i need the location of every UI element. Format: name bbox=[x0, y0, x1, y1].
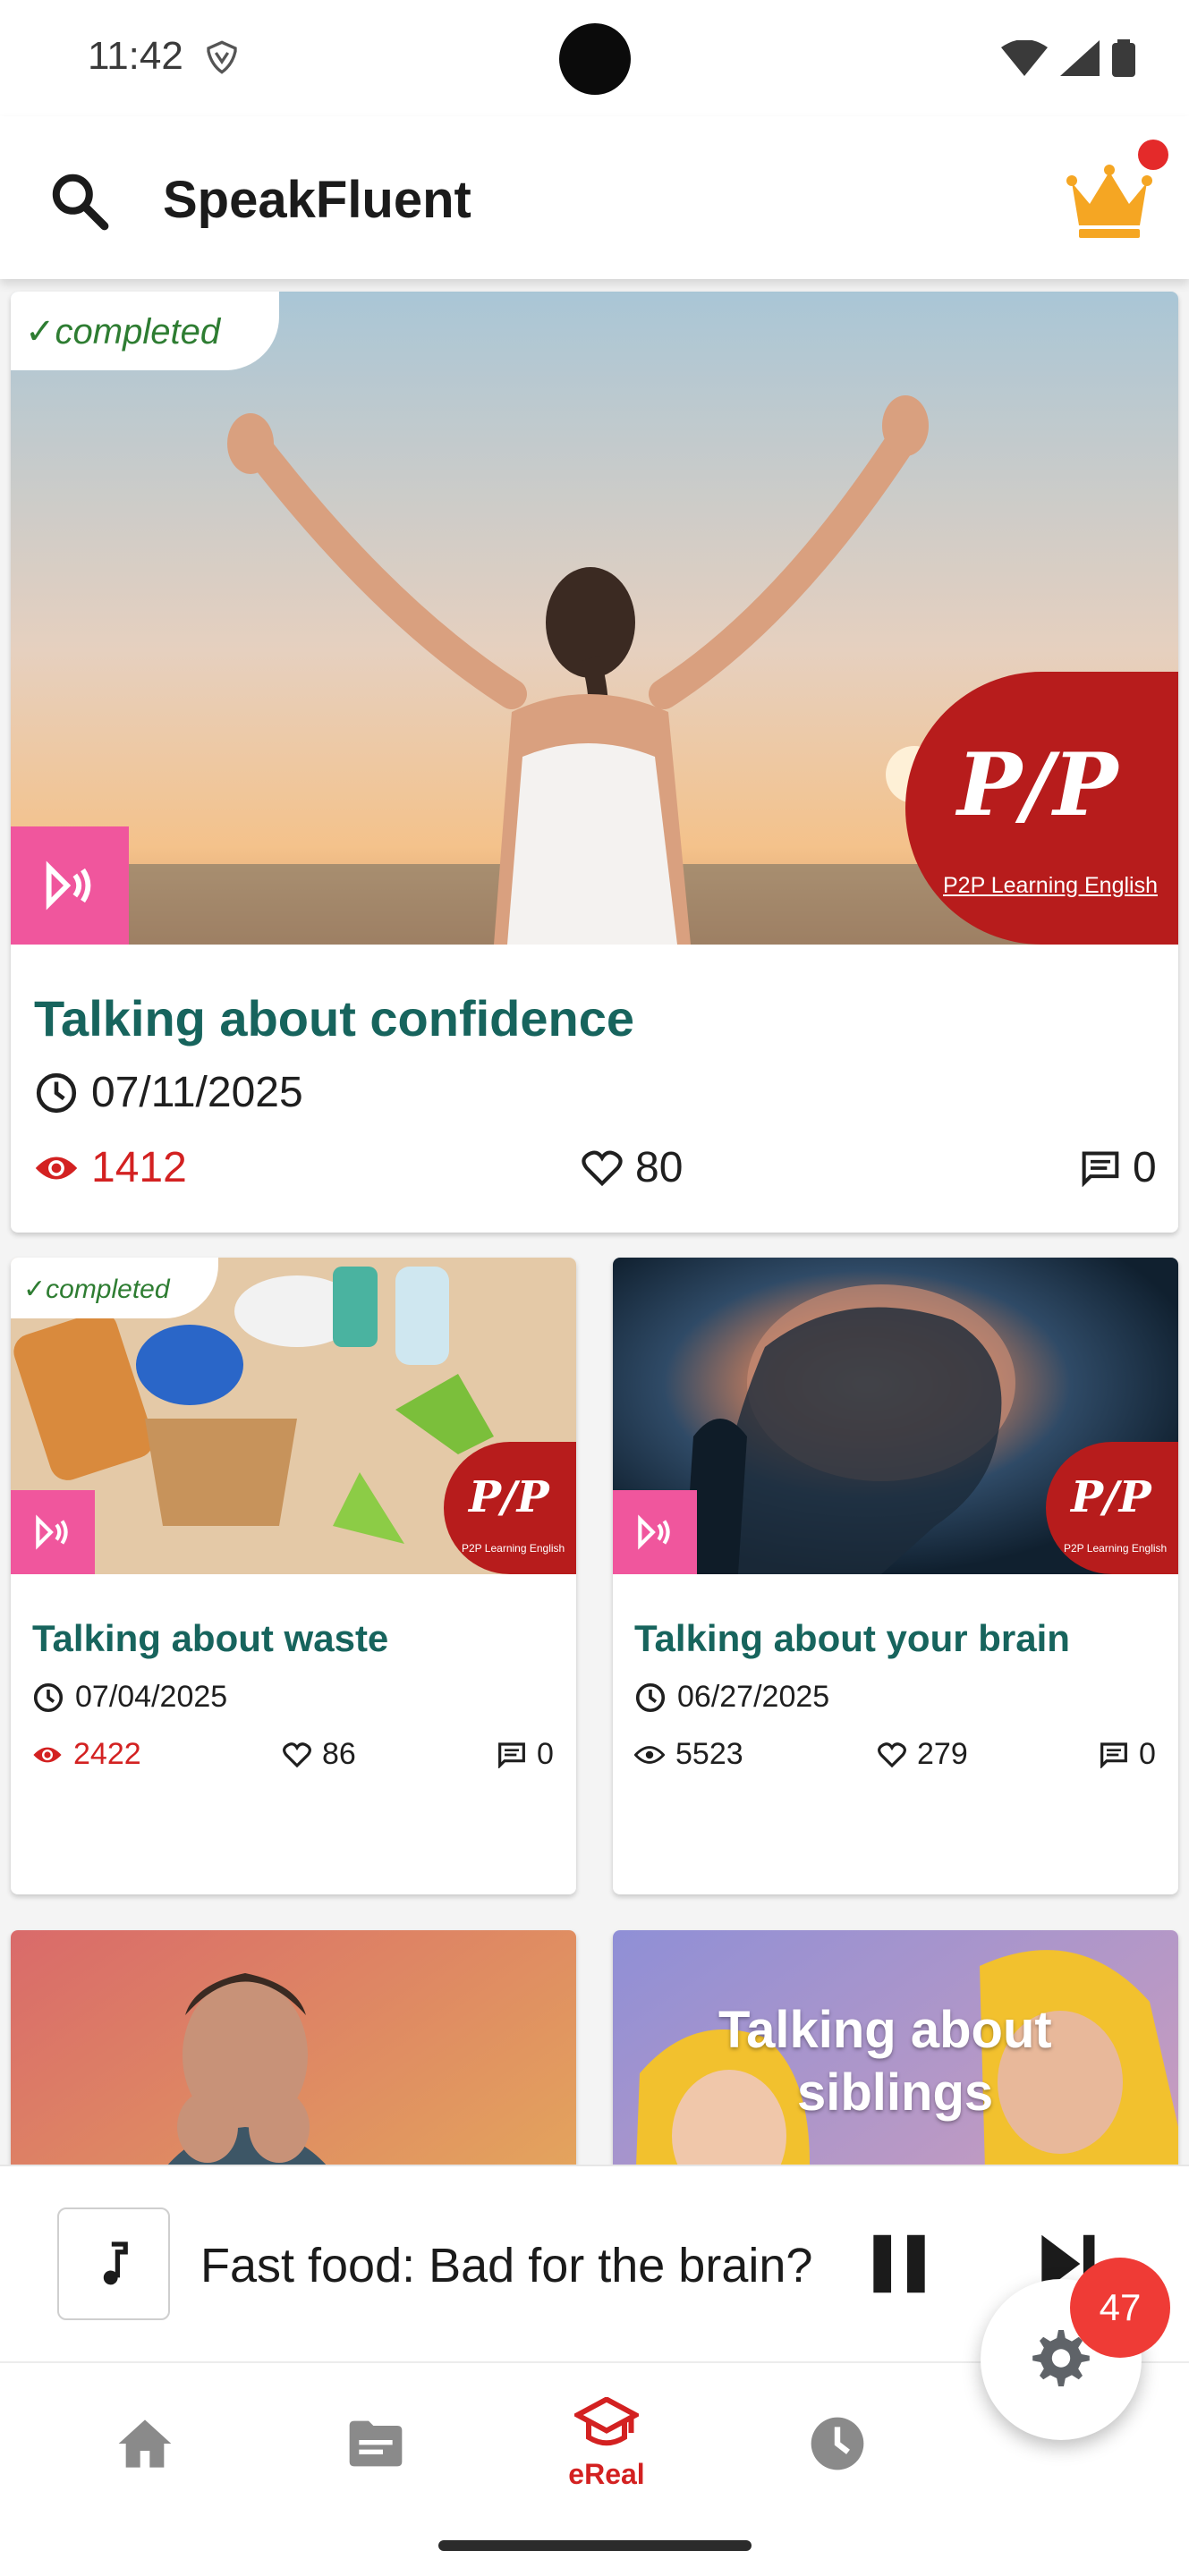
lesson-card-waste[interactable]: ✓completed P/P P2P Learning English Talk… bbox=[11, 1258, 576, 1894]
signal-icon bbox=[1060, 40, 1100, 76]
views-count: 2422 bbox=[32, 1737, 141, 1772]
thumbnail-photo-nervous-man bbox=[11, 1930, 576, 2166]
likes-count[interactable]: 86 bbox=[283, 1737, 356, 1772]
lesson-thumbnail: Talking about siblings bbox=[613, 1930, 1178, 2166]
status-time: 11:42 bbox=[88, 34, 183, 78]
views-value: 5523 bbox=[675, 1737, 743, 1771]
nav-home[interactable] bbox=[55, 2363, 234, 2524]
track-artwork[interactable] bbox=[57, 2207, 170, 2320]
nav-documents[interactable] bbox=[286, 2363, 465, 2524]
lesson-card-nervous[interactable] bbox=[11, 1930, 576, 2166]
lesson-title: Talking about waste bbox=[32, 1617, 389, 1659]
comments-count[interactable]: 0 bbox=[1081, 1143, 1157, 1192]
lesson-date: 07/11/2025 bbox=[34, 1068, 303, 1117]
audio-lesson-tag bbox=[11, 1490, 95, 1574]
comment-icon bbox=[1082, 1150, 1119, 1187]
app-title: SpeakFluent bbox=[163, 171, 471, 229]
comments-count[interactable]: 0 bbox=[1100, 1737, 1156, 1772]
p2p-logo: P/P P2P Learning English bbox=[905, 672, 1178, 945]
comments-value: 0 bbox=[537, 1737, 554, 1771]
battery-icon bbox=[1112, 39, 1135, 77]
audio-lesson-tag bbox=[613, 1490, 697, 1574]
comments-value: 0 bbox=[1133, 1144, 1157, 1191]
lesson-title: Talking about confidence bbox=[34, 990, 635, 1046]
p2p-logo: P/P P2P Learning English bbox=[1046, 1442, 1178, 1574]
lesson-date-text: 06/27/2025 bbox=[677, 1680, 830, 1714]
thumbnail-caption-line2: siblings bbox=[797, 2063, 994, 2122]
likes-count[interactable]: 279 bbox=[878, 1737, 968, 1772]
graduation-cap-icon bbox=[574, 2396, 639, 2445]
thumbnail-caption-line1: Talking about bbox=[718, 2001, 1052, 2059]
track-title[interactable]: Fast food: Bad for the brain? bbox=[200, 2238, 812, 2293]
audio-speaker-icon bbox=[46, 860, 91, 911]
audio-lesson-tag bbox=[11, 826, 129, 945]
lesson-title: Talking about your brain bbox=[634, 1617, 1070, 1659]
app-bar: SpeakFluent bbox=[0, 116, 1189, 279]
likes-count[interactable]: 80 bbox=[582, 1143, 683, 1192]
completed-badge: ✓completed bbox=[11, 292, 279, 370]
lesson-date-text: 07/11/2025 bbox=[91, 1069, 303, 1116]
status-icons bbox=[1001, 39, 1135, 77]
likes-value: 279 bbox=[917, 1737, 968, 1771]
lesson-card-siblings[interactable]: Talking about siblings bbox=[613, 1930, 1178, 2166]
eye-icon bbox=[634, 1745, 665, 1764]
notification-count-badge: 47 bbox=[1070, 2258, 1170, 2358]
likes-value: 80 bbox=[635, 1144, 684, 1191]
audio-speaker-icon bbox=[638, 1514, 670, 1550]
lesson-date-text: 07/04/2025 bbox=[75, 1680, 228, 1714]
lesson-date: 06/27/2025 bbox=[634, 1680, 829, 1715]
heart-icon bbox=[582, 1149, 623, 1186]
comment-icon bbox=[498, 1741, 525, 1768]
eye-icon bbox=[35, 1157, 78, 1179]
views-count: 1412 bbox=[34, 1143, 187, 1192]
heart-icon bbox=[878, 1741, 906, 1767]
heart-icon bbox=[283, 1741, 311, 1767]
likes-value: 86 bbox=[322, 1737, 356, 1771]
gesture-home-indicator[interactable] bbox=[438, 2540, 752, 2551]
search-icon[interactable] bbox=[47, 168, 113, 234]
wifi-icon bbox=[1001, 40, 1048, 76]
status-bar: 11:42 bbox=[0, 0, 1189, 116]
comment-icon bbox=[1100, 1741, 1127, 1768]
pause-icon[interactable] bbox=[861, 2225, 938, 2302]
comments-value: 0 bbox=[1139, 1737, 1156, 1771]
lesson-thumbnail bbox=[11, 1930, 576, 2166]
nav-history[interactable] bbox=[748, 2363, 927, 2524]
folder-icon bbox=[349, 2420, 403, 2467]
camera-cutout bbox=[559, 23, 631, 95]
lesson-date: 07/04/2025 bbox=[32, 1680, 227, 1715]
views-value: 2422 bbox=[73, 1737, 141, 1771]
views-value: 1412 bbox=[91, 1144, 187, 1191]
lesson-card-confidence[interactable]: ✓completed P/P P2P Learning English Talk… bbox=[11, 292, 1178, 1233]
clock-icon bbox=[36, 1072, 77, 1113]
clock-icon bbox=[635, 1682, 666, 1712]
views-count: 5523 bbox=[634, 1737, 743, 1772]
clock-icon bbox=[811, 2417, 864, 2470]
completed-badge: ✓completed bbox=[11, 1258, 218, 1318]
audio-speaker-icon bbox=[36, 1514, 68, 1550]
nav-label-ereal: eReal bbox=[568, 2457, 645, 2490]
comments-count[interactable]: 0 bbox=[497, 1737, 554, 1772]
notification-dot bbox=[1138, 140, 1168, 170]
home-icon bbox=[118, 2419, 172, 2468]
clock-icon bbox=[33, 1682, 64, 1712]
vpn-shield-icon bbox=[207, 40, 237, 74]
lesson-feed[interactable]: ✓completed P/P P2P Learning English Talk… bbox=[0, 279, 1189, 2166]
p2p-logo: P/P P2P Learning English bbox=[444, 1442, 576, 1574]
music-note-icon bbox=[103, 2241, 128, 2285]
nav-ereal[interactable]: eReal bbox=[517, 2363, 696, 2524]
lesson-card-brain[interactable]: P/P P2P Learning English Talking about y… bbox=[613, 1258, 1178, 1894]
crown-icon[interactable] bbox=[1065, 161, 1154, 242]
eye-icon bbox=[33, 1747, 62, 1762]
